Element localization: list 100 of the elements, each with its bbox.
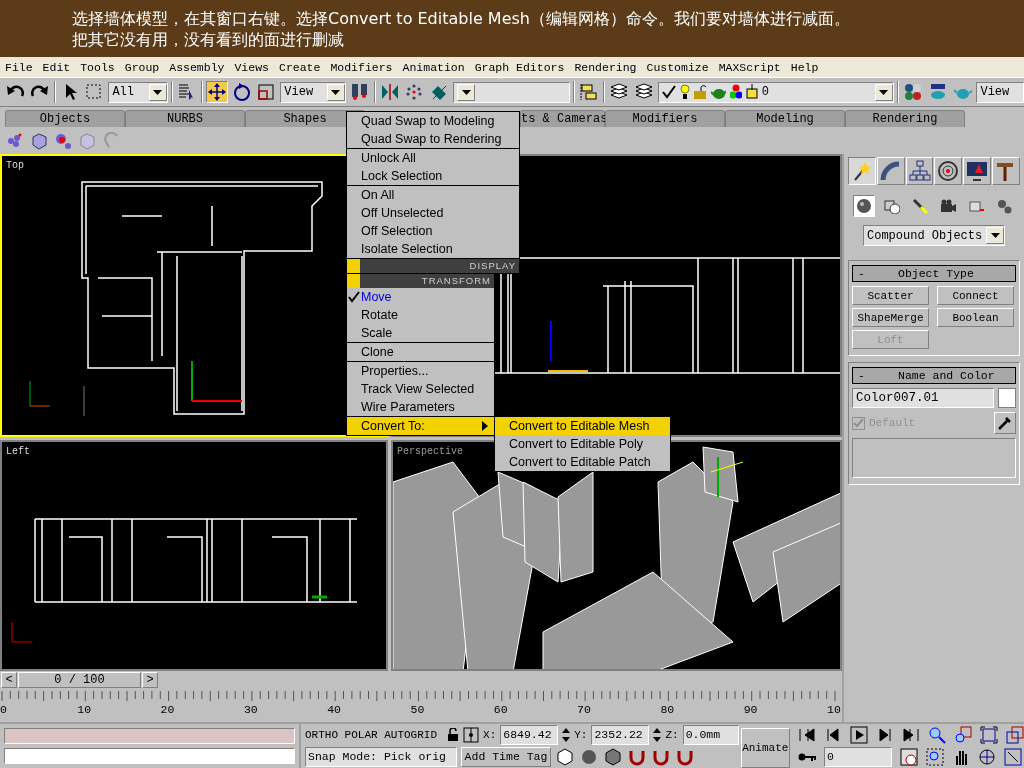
tab[interactable]: Objects bbox=[5, 110, 125, 127]
dropdown-arrow-icon[interactable] bbox=[990, 233, 1000, 238]
menu-header: TRANSFORM bbox=[347, 274, 494, 288]
rollout-header[interactable]: - Name and Color bbox=[852, 367, 1016, 384]
menu-item[interactable]: Help bbox=[790, 60, 819, 74]
animate-button[interactable]: Animate bbox=[740, 728, 790, 768]
dropdown-value: Compound Objects bbox=[867, 228, 983, 243]
tab[interactable]: NURBS bbox=[125, 110, 245, 127]
coordinate-field[interactable]: 2352.22 bbox=[591, 725, 650, 745]
category-button[interactable] bbox=[853, 195, 875, 217]
menu-item[interactable]: Create bbox=[279, 60, 321, 74]
menu-item[interactable]: Edit bbox=[42, 60, 71, 74]
viewport-label[interactable]: Perspective bbox=[397, 446, 463, 457]
region-zoom-icon[interactable] bbox=[926, 747, 944, 766]
menu-item[interactable]: Quad Swap to Rendering bbox=[347, 130, 519, 148]
menu-item[interactable]: Graph Editors bbox=[474, 60, 565, 74]
menu-item[interactable]: Assembly bbox=[169, 60, 225, 74]
collapse-toggle[interactable]: - bbox=[858, 368, 898, 383]
menu-item[interactable]: Rendering bbox=[574, 60, 637, 74]
checkbox[interactable] bbox=[852, 416, 865, 430]
dropdown-arrow-icon[interactable] bbox=[879, 89, 889, 95]
menu-item[interactable]: Convert to Editable Mesh bbox=[495, 417, 670, 435]
curve-editor-icon bbox=[580, 83, 599, 101]
previous-frame-button[interactable]: < bbox=[1, 672, 17, 688]
cube-icon[interactable] bbox=[603, 747, 623, 767]
spheres-cluster-icon[interactable] bbox=[6, 131, 24, 150]
menu-item[interactable]: Clone bbox=[347, 343, 494, 361]
target-icon[interactable] bbox=[463, 727, 480, 743]
object-type-button[interactable]: Boolean bbox=[937, 308, 1014, 327]
viewport[interactable]: Left bbox=[0, 440, 388, 671]
coordinate-field[interactable]: 0.0mm bbox=[682, 725, 739, 745]
menu-header: DISPLAY bbox=[347, 259, 519, 273]
collapse-toggle[interactable]: - bbox=[858, 266, 898, 281]
viewport-label[interactable]: Top bbox=[6, 160, 24, 171]
last-frame-icon[interactable] bbox=[902, 725, 920, 744]
zoom-icon[interactable] bbox=[928, 725, 946, 744]
cube-icon[interactable] bbox=[555, 747, 575, 767]
object-type-button[interactable]: ShapeMerge bbox=[852, 308, 929, 327]
object-type-button[interactable]: Connect bbox=[937, 286, 1014, 305]
ruler-label: 90 bbox=[743, 703, 758, 716]
axis-label: Y: bbox=[574, 729, 588, 741]
menu-item[interactable]: Modifiers bbox=[330, 60, 393, 74]
tab[interactable]: Modifiers bbox=[605, 110, 725, 127]
coordinate-field[interactable]: 6849.42 bbox=[500, 725, 559, 745]
dropdown[interactable] bbox=[453, 81, 571, 103]
dropdown-arrow-icon[interactable] bbox=[461, 89, 471, 95]
category-dropdown[interactable]: Compound Objects bbox=[863, 225, 1005, 246]
pivot-icon bbox=[350, 83, 369, 101]
tab[interactable]: Modeling bbox=[725, 110, 845, 127]
dropdown[interactable]: All bbox=[108, 81, 168, 103]
zoom-extents-all-icon[interactable] bbox=[1006, 725, 1024, 744]
menu-item[interactable]: Convert To: bbox=[347, 417, 494, 435]
ruler-label: 20 bbox=[160, 703, 175, 716]
dropdown[interactable]: View bbox=[280, 81, 346, 103]
menu-item[interactable]: Convert to Editable Patch bbox=[495, 453, 670, 471]
rollout-header[interactable]: - Object Type bbox=[852, 265, 1016, 282]
menu-item[interactable]: File bbox=[5, 60, 33, 74]
next-frame-button[interactable]: > bbox=[142, 672, 158, 688]
padlock-icon bbox=[693, 84, 707, 100]
frame-field[interactable]: 0 bbox=[824, 746, 892, 767]
menu-item[interactable]: Views bbox=[234, 60, 269, 74]
time-slider-thumb[interactable]: 0 / 100 bbox=[18, 672, 141, 688]
sphere-icon bbox=[856, 198, 872, 214]
zoom-extents-icon[interactable] bbox=[980, 725, 998, 744]
next-key-icon[interactable] bbox=[876, 725, 894, 744]
lock-icon[interactable] bbox=[447, 728, 460, 742]
eyedropper-button[interactable] bbox=[994, 412, 1016, 434]
dropdown[interactable]: 0 bbox=[657, 81, 894, 103]
dropdown-arrow-icon[interactable] bbox=[153, 89, 163, 95]
menu-item[interactable]: Tools bbox=[80, 60, 115, 74]
prev-key-icon[interactable] bbox=[824, 725, 842, 744]
viewport-label[interactable]: Left bbox=[6, 446, 30, 457]
menu-item[interactable]: Group bbox=[124, 60, 160, 74]
first-frame-icon[interactable] bbox=[798, 725, 816, 744]
viewport-field[interactable]: View bbox=[976, 81, 1024, 103]
menu-item[interactable]: Animation bbox=[402, 60, 465, 74]
timeline-ruler[interactable] bbox=[0, 689, 838, 703]
check-icon bbox=[661, 84, 676, 100]
sphere-handle-icon[interactable] bbox=[54, 131, 72, 150]
spinner-icon[interactable] bbox=[562, 727, 571, 743]
dropdown-arrow-icon[interactable] bbox=[331, 89, 341, 95]
tab[interactable]: ts & Cameras bbox=[520, 110, 605, 127]
layer-name: 0 bbox=[761, 85, 769, 99]
zoom-all-icon[interactable] bbox=[954, 725, 972, 744]
tab[interactable]: Rendering bbox=[845, 110, 965, 127]
spinner-icon[interactable] bbox=[653, 727, 662, 743]
panel-tab[interactable] bbox=[848, 157, 876, 185]
ruler-label: 50 bbox=[410, 703, 425, 716]
caption-line: 选择墙体模型，在其窗口右键。选择Convert to Editable Mesh（编辑网格）命令。我们要对墙体进行减面。 bbox=[72, 8, 851, 29]
snap-modes-label: ORTHO POLAR AUTOGRID bbox=[305, 729, 438, 741]
move-button[interactable] bbox=[205, 81, 228, 103]
menu-item[interactable]: MAXScript bbox=[718, 60, 781, 74]
object-type-button[interactable]: Scatter bbox=[852, 286, 929, 305]
maximize-icon[interactable] bbox=[1004, 747, 1022, 766]
menu-item[interactable]: Customize bbox=[646, 60, 709, 74]
color-swatch[interactable] bbox=[998, 388, 1016, 408]
play-icon[interactable] bbox=[850, 725, 868, 744]
name-field[interactable]: Color007.01 bbox=[852, 388, 994, 408]
sphere-icon[interactable] bbox=[579, 747, 599, 767]
add-time-tag-button[interactable]: Add Time Tag bbox=[461, 747, 551, 767]
